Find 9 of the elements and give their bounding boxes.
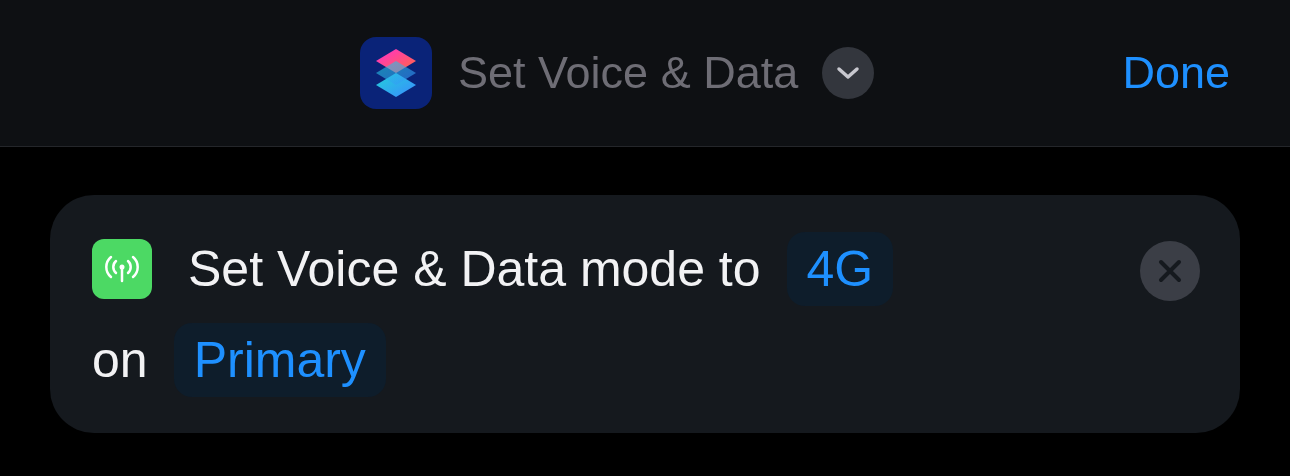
chevron-down-icon[interactable] — [822, 47, 875, 99]
shortcuts-app-icon — [360, 37, 432, 109]
shortcut-title: Set Voice & Data — [458, 47, 799, 99]
antenna-icon — [92, 239, 152, 299]
action-text: on — [92, 331, 148, 389]
action-text: Set Voice & Data mode to — [188, 240, 761, 298]
done-button[interactable]: Done — [1122, 47, 1230, 99]
parameter-token[interactable]: 4G — [786, 232, 894, 306]
parameter-token[interactable]: Primary — [173, 323, 386, 397]
